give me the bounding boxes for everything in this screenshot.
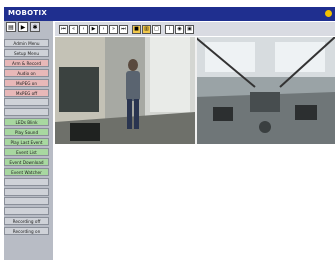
sidebar-button-blank-16[interactable] <box>4 197 49 206</box>
zoom-icon[interactable]: ◉ <box>175 25 184 34</box>
sidebar-button-event-download[interactable]: Event Download <box>4 157 49 166</box>
sidebar-button-mxpeg-on[interactable]: MxPEG on <box>4 78 49 87</box>
status-dot-icon <box>325 10 332 17</box>
camera-image-left <box>55 37 195 144</box>
sidebar-button-audio-on[interactable]: Audio on <box>4 68 49 77</box>
settings-icon[interactable]: ✱ <box>30 22 40 32</box>
sidebar-button-setup-menu[interactable]: Setup Menu <box>4 48 49 57</box>
sidebar-button-leds-blink[interactable]: LEDs Blink <box>4 118 49 127</box>
rewind-icon[interactable]: « <box>69 25 78 34</box>
play-icon[interactable]: ▶ <box>89 25 98 34</box>
info-icon[interactable]: i <box>165 25 174 34</box>
last-icon[interactable]: ⏭ <box>119 25 128 34</box>
play-small-icon[interactable]: ▶ <box>18 22 28 32</box>
live-icon[interactable]: ■ <box>132 25 141 34</box>
sidebar-button-arm-record[interactable]: Arm & Record <box>4 58 49 67</box>
playback-toolbar: ⏮ «‹ ▶ ›» ⏭ ■ ▥ □ i ◉ ▣ <box>55 22 335 36</box>
sidebar-button-play-last-event[interactable]: Play Last Event <box>4 138 49 146</box>
sidebar-button-blank-6[interactable] <box>4 98 49 107</box>
dual-view-icon[interactable]: ▥ <box>142 25 151 34</box>
sidebar-button-blank-14[interactable] <box>4 177 49 186</box>
live-video-area[interactable] <box>55 37 335 144</box>
title-bar: MOBOTIX <box>4 7 335 21</box>
prev-icon[interactable]: ‹ <box>79 25 88 34</box>
sidebar-button-recording-on[interactable]: Recording on <box>4 227 49 236</box>
video-divider <box>195 37 197 144</box>
first-icon[interactable]: ⏮ <box>59 25 68 34</box>
sidebar-button-blank-7[interactable] <box>4 108 49 117</box>
sidebar-button-mxpeg-off[interactable]: MxPEG off <box>4 88 49 97</box>
sidebar-button-blank-17[interactable] <box>4 207 49 216</box>
camera-image-right <box>195 37 335 144</box>
sidebar-button-event-list[interactable]: Event List <box>4 147 49 156</box>
sidebar-button-play-sound[interactable]: Play Sound <box>4 128 49 137</box>
sidebar-button-admin-menu[interactable]: Admin Menu <box>4 39 49 47</box>
single-view-icon[interactable]: □ <box>152 25 161 34</box>
next-icon[interactable]: › <box>99 25 108 34</box>
brand-logo: MOBOTIX <box>8 9 48 17</box>
sidebar-button-event-watcher[interactable]: Event Watcher <box>4 167 49 176</box>
sidebar-button-recording-off[interactable]: Recording off <box>4 217 49 226</box>
sidebar-button-blank-15[interactable] <box>4 187 49 196</box>
view-list-icon[interactable]: ▤ <box>6 22 16 32</box>
fast-forward-icon[interactable]: » <box>109 25 118 34</box>
snapshot-icon[interactable]: ▣ <box>185 25 194 34</box>
